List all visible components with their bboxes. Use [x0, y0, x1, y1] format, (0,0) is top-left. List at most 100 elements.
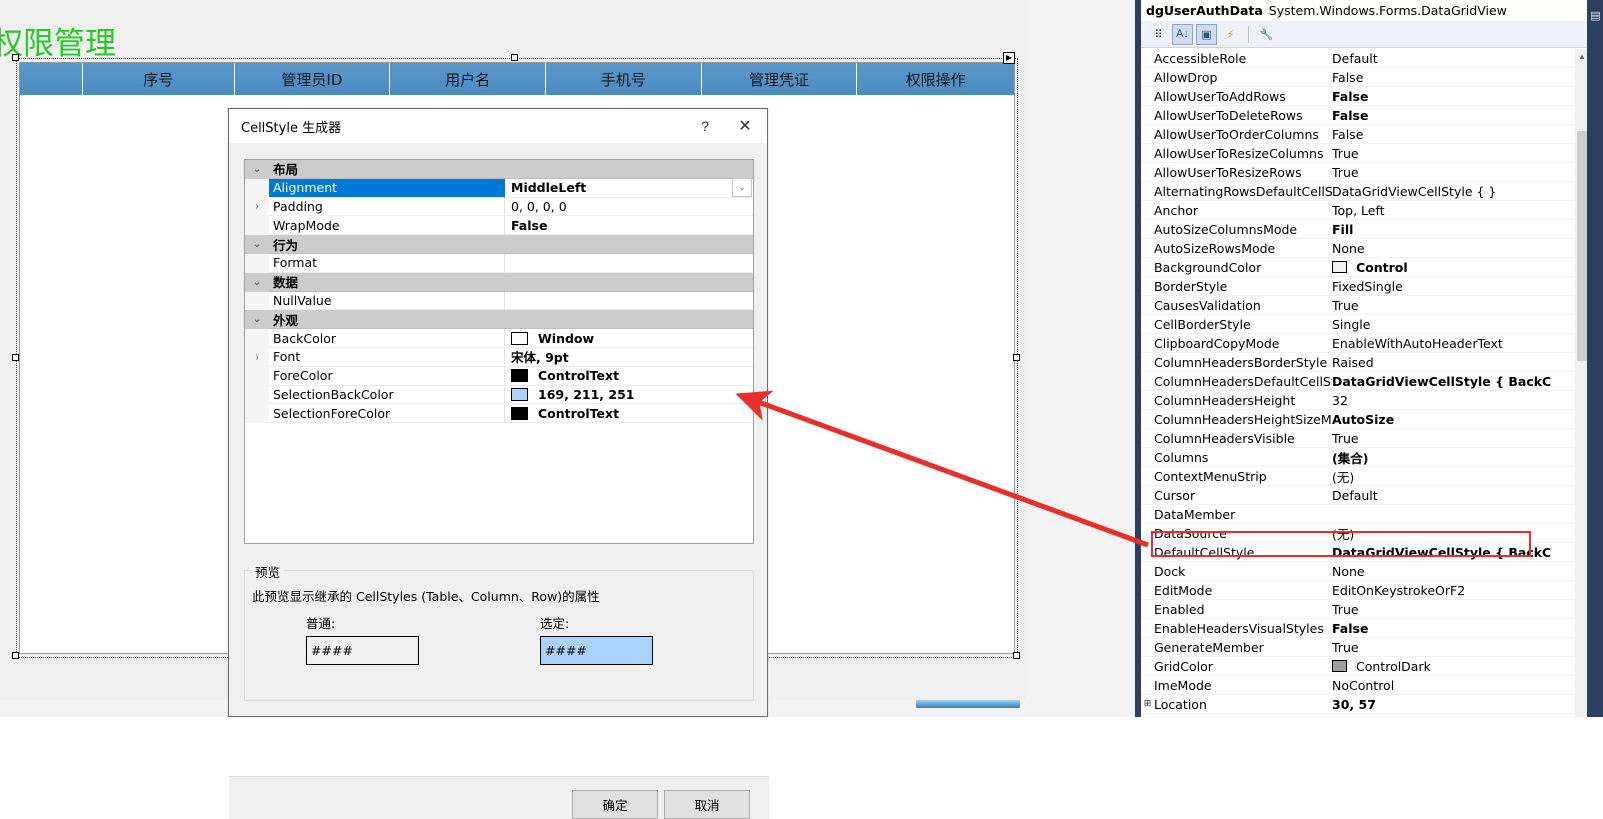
grid-column-header-5[interactable]: 管理凭证 — [701, 63, 858, 95]
property-value[interactable]: Control — [1332, 260, 1603, 275]
wrench-icon[interactable]: 🔧 — [1256, 24, 1277, 45]
property-value[interactable]: 30, 57 — [1332, 697, 1603, 712]
property-row[interactable]: BackgroundColor Control — [1141, 258, 1603, 277]
propgrid-category-行为[interactable]: ⌄ 行为 — [245, 235, 753, 254]
propgrid-property-value[interactable]: 169, 211, 251 — [505, 385, 753, 405]
property-row[interactable]: Dock None — [1141, 562, 1603, 581]
property-value[interactable]: (无) — [1332, 467, 1603, 486]
property-value[interactable]: True — [1332, 298, 1603, 313]
property-value[interactable]: True — [1332, 165, 1603, 180]
property-row[interactable]: Enabled True — [1141, 600, 1603, 619]
propgrid-property-value[interactable] — [505, 291, 753, 311]
propgrid-row-BackColor[interactable]: BackColor Window — [245, 329, 753, 348]
property-value[interactable]: True — [1332, 146, 1603, 161]
property-row[interactable]: DataSource (无) — [1141, 524, 1603, 543]
property-value[interactable]: FixedSingle — [1332, 279, 1603, 294]
propgrid-row-Font[interactable]: › Font 宋体, 9pt — [245, 347, 753, 367]
alphabetical-sort-icon[interactable]: A↓ — [1172, 23, 1193, 45]
propgrid-property-value[interactable]: Window — [505, 329, 753, 348]
propgrid-row-Padding[interactable]: › Padding 0, 0, 0, 0 — [245, 197, 753, 217]
property-value[interactable]: (无) — [1332, 524, 1603, 543]
grid-column-header-1[interactable]: 序号 — [82, 63, 235, 95]
property-value[interactable]: DataGridViewCellStyle { } — [1332, 184, 1603, 199]
property-value[interactable]: Default — [1332, 488, 1603, 503]
collapse-chevron-icon[interactable]: ⌄ — [245, 160, 269, 179]
collapse-chevron-icon[interactable]: ⌄ — [245, 235, 269, 254]
property-row[interactable]: AccessibleRole Default — [1141, 49, 1603, 68]
dialog-title-bar[interactable]: CellStyle 生成器 ? ✕ — [229, 109, 767, 144]
property-row[interactable]: AllowUserToResizeColumns True — [1141, 144, 1603, 163]
cellstyle-builder-dialog[interactable]: CellStyle 生成器 ? ✕ ⌄ 布局 Alignment MiddleLeft… — [228, 108, 769, 819]
propgrid-property-value[interactable]: ControlText — [505, 404, 753, 424]
collapse-chevron-icon[interactable]: ⌄ — [245, 310, 269, 330]
property-row[interactable]: EditMode EditOnKeystrokeOrF2 — [1141, 581, 1603, 600]
propgrid-category-数据[interactable]: ⌄ 数据 — [245, 272, 753, 292]
property-row[interactable]: CellBorderStyle Single — [1141, 315, 1603, 334]
property-value[interactable]: False — [1332, 89, 1603, 104]
expand-chevron-icon[interactable]: › — [245, 197, 269, 217]
property-value[interactable]: (集合) — [1332, 448, 1603, 467]
property-value[interactable]: EditOnKeystrokeOrF2 — [1332, 583, 1603, 598]
properties-object-selector[interactable]: dgUserAuthData System.Windows.Forms.Data… — [1141, 0, 1603, 21]
resize-handle-top-left[interactable] — [12, 54, 19, 61]
properties-page-icon[interactable]: ▣ — [1196, 23, 1217, 45]
property-value[interactable]: Fill — [1332, 222, 1603, 237]
tool-window-tabstrip[interactable]: ▤ — [1587, 0, 1603, 717]
property-value[interactable]: False — [1332, 70, 1603, 85]
propgrid-property-value[interactable] — [505, 253, 753, 273]
propgrid-property-value[interactable] — [505, 160, 753, 179]
property-row[interactable]: AllowUserToOrderColumns False — [1141, 125, 1603, 144]
property-row[interactable]: AllowDrop False — [1141, 68, 1603, 87]
resize-handle-top-center[interactable] — [511, 54, 518, 61]
categorized-icon[interactable]: ⠿ — [1148, 24, 1169, 45]
properties-toolbar[interactable]: ⠿ A↓ ▣ ⚡ 🔧 — [1141, 21, 1603, 48]
collapse-chevron-icon[interactable]: ⌄ — [245, 272, 269, 292]
propgrid-property-value[interactable]: ControlText — [505, 366, 753, 386]
propgrid-category-外观[interactable]: ⌄ 外观 — [245, 310, 753, 330]
resize-handle-middle-left[interactable] — [12, 354, 19, 361]
cellstyle-property-grid[interactable]: ⌄ 布局 Alignment MiddleLeft ⌄ › Padding 0, 0, 0, … — [244, 159, 754, 544]
cancel-button[interactable]: 取消 — [664, 790, 750, 819]
property-row[interactable]: AutoSizeColumnsMode Fill — [1141, 220, 1603, 239]
property-value[interactable]: True — [1332, 431, 1603, 446]
property-row[interactable]: ClipboardCopyMode EnableWithAutoHeaderTex… — [1141, 334, 1603, 353]
property-row[interactable]: CausesValidation True — [1141, 296, 1603, 315]
grid-column-header-6[interactable]: 权限操作 — [857, 63, 1014, 95]
property-value[interactable]: AutoSize — [1332, 412, 1603, 427]
property-row[interactable]: ContextMenuStrip (无) — [1141, 467, 1603, 486]
property-row[interactable]: ColumnHeadersBorderStyle Raised — [1141, 353, 1603, 372]
propgrid-row-SelectionBackColor[interactable]: SelectionBackColor 169, 211, 251 — [245, 385, 753, 405]
propgrid-property-value[interactable] — [505, 235, 753, 254]
property-row[interactable]: Columns (集合) — [1141, 448, 1603, 467]
propgrid-row-ForeColor[interactable]: ForeColor ControlText — [245, 366, 753, 386]
grid-row-header-corner[interactable] — [20, 63, 83, 95]
property-row[interactable]: AlternatingRowsDefaultCellSty DataGridVie… — [1141, 182, 1603, 201]
property-row[interactable]: ColumnHeadersHeight 32 — [1141, 391, 1603, 410]
toolbox-tab-icon[interactable]: ▤ — [1589, 4, 1601, 26]
ok-button[interactable]: 确定 — [572, 790, 658, 819]
events-lightning-icon[interactable]: ⚡ — [1220, 24, 1241, 45]
property-row[interactable]: ⊞ Location 30, 57 — [1141, 695, 1603, 714]
propgrid-property-value[interactable] — [505, 310, 753, 330]
property-value[interactable]: DataGridViewCellStyle { BackC — [1332, 374, 1603, 389]
property-value[interactable]: 32 — [1332, 393, 1603, 408]
property-row[interactable]: Cursor Default — [1141, 486, 1603, 505]
propgrid-category-布局[interactable]: ⌄ 布局 — [245, 160, 753, 179]
property-value[interactable]: False — [1332, 108, 1603, 123]
properties-list[interactable]: AccessibleRole Default AllowDrop False Allow… — [1141, 49, 1603, 717]
form-bottom-blue-control[interactable] — [916, 700, 1020, 708]
propgrid-row-Alignment[interactable]: Alignment MiddleLeft ⌄ — [245, 178, 753, 198]
propgrid-row-WrapMode[interactable]: WrapMode False — [245, 216, 753, 236]
property-value[interactable]: NoControl — [1332, 678, 1603, 693]
property-row[interactable]: ImeMode NoControl — [1141, 676, 1603, 695]
property-row[interactable]: AllowUserToResizeRows True — [1141, 163, 1603, 182]
property-value[interactable]: Default — [1332, 51, 1603, 66]
properties-window[interactable]: dgUserAuthData System.Windows.Forms.Data… — [1135, 0, 1603, 717]
property-row[interactable]: ColumnHeadersVisible True — [1141, 429, 1603, 448]
property-row[interactable]: EnableHeadersVisualStyles False — [1141, 619, 1603, 638]
close-icon[interactable]: ✕ — [723, 111, 767, 141]
property-value[interactable]: DataGridViewCellStyle { BackC — [1332, 545, 1603, 560]
property-value[interactable]: False — [1332, 127, 1603, 142]
property-value[interactable]: True — [1332, 602, 1603, 617]
smart-tag-glyph-button[interactable]: ▶ — [1003, 52, 1015, 64]
